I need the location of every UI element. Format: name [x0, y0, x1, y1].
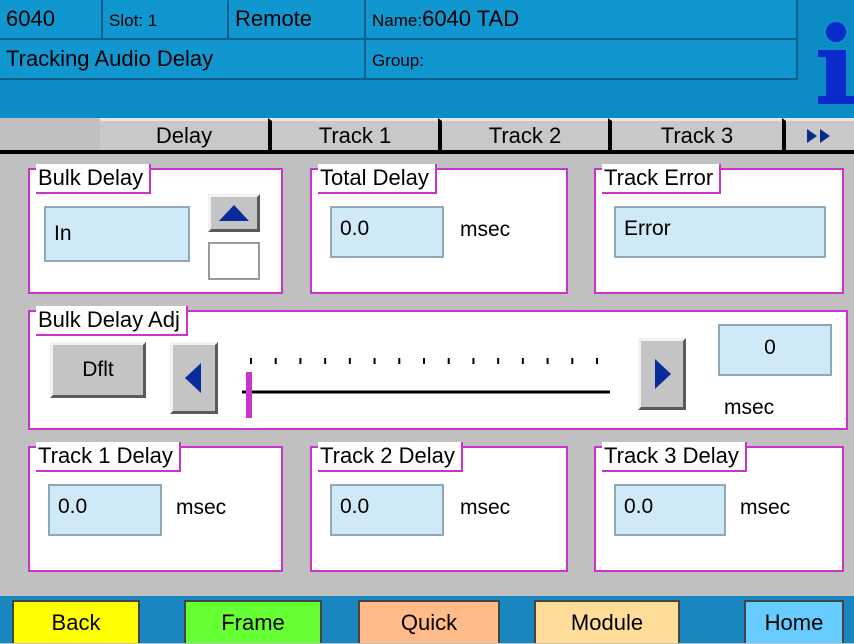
tab-divider: [0, 150, 854, 154]
slider-tick: [423, 358, 425, 364]
slider-tick: [472, 358, 475, 364]
slider-tick: [324, 358, 327, 364]
slider-tick: [348, 358, 351, 364]
bulk-delay-down-button[interactable]: [208, 242, 260, 280]
slider-tick: [299, 358, 302, 364]
tab-track-3[interactable]: Track 3: [608, 118, 782, 152]
total-delay-label: Total Delay: [318, 164, 437, 194]
name-value: 6040 TAD: [422, 6, 520, 31]
tab-track-2[interactable]: Track 2: [438, 118, 608, 152]
bulk-delay-up-button[interactable]: [208, 194, 260, 232]
slider-thumb[interactable]: [246, 372, 252, 418]
track-2-delay-label: Track 2 Delay: [318, 442, 463, 472]
group-label: Group:: [366, 40, 798, 80]
slider-tick: [571, 358, 574, 364]
slider-tick: [546, 358, 549, 364]
bulk-delay-slider[interactable]: [236, 342, 616, 422]
bulk-delay-panel: Bulk Delay In: [28, 164, 283, 294]
default-button[interactable]: Dflt: [50, 342, 146, 398]
module-button[interactable]: Module: [534, 600, 680, 643]
track-2-delay-value: 0.0: [330, 484, 444, 536]
bulk-delay-adj-panel: Bulk Delay Adj Dflt 0 msec: [28, 306, 848, 430]
right-arrow-icon: [655, 359, 671, 389]
tab-track-1[interactable]: Track 1: [268, 118, 438, 152]
slider-tick: [521, 358, 524, 364]
slider-tick: [596, 358, 598, 364]
increase-button[interactable]: [638, 338, 686, 410]
module-title: Tracking Audio Delay: [0, 40, 366, 80]
home-button[interactable]: Home: [744, 600, 844, 643]
total-delay-unit: msec: [460, 218, 511, 241]
track-2-delay-unit: msec: [460, 496, 511, 519]
frame-button[interactable]: Frame: [184, 600, 322, 643]
bulk-delay-adj-unit: msec: [724, 396, 775, 419]
mode-label: Remote: [229, 0, 366, 40]
tabs-more-button[interactable]: [782, 118, 854, 152]
header-bar: 6040 Slot: 1 Remote Name:6040 TAD Tracki…: [0, 0, 854, 118]
track-2-delay-panel: Track 2 Delay 0.0 msec: [310, 442, 568, 572]
name-label: Name:: [372, 11, 423, 30]
module-name: Name:6040 TAD: [366, 0, 798, 40]
bulk-delay-adj-value: 0: [718, 324, 832, 376]
track-error-panel: Track Error Error: [594, 164, 844, 294]
slider-tick: [274, 358, 277, 364]
track-3-delay-label: Track 3 Delay: [602, 442, 747, 472]
tab-delay[interactable]: Delay: [100, 118, 268, 152]
slider-tick: [398, 358, 401, 364]
back-button[interactable]: Back: [12, 600, 140, 643]
total-delay-value: 0.0: [330, 206, 444, 258]
slider-tick: [497, 358, 500, 364]
double-right-arrow-icon: [807, 129, 830, 143]
track-error-label: Track Error: [602, 164, 722, 194]
track-3-delay-panel: Track 3 Delay 0.0 msec: [594, 442, 844, 572]
total-delay-panel: Total Delay 0.0 msec: [310, 164, 568, 294]
bulk-delay-adj-label: Bulk Delay Adj: [36, 306, 188, 336]
left-arrow-icon: [185, 363, 201, 393]
quick-button[interactable]: Quick: [358, 600, 500, 643]
track-3-delay-value: 0.0: [614, 484, 726, 536]
decrease-button[interactable]: [170, 342, 218, 414]
slider-tick: [447, 358, 450, 364]
track-3-delay-unit: msec: [740, 496, 791, 519]
track-1-delay-label: Track 1 Delay: [36, 442, 181, 472]
bulk-delay-value[interactable]: In: [44, 206, 190, 262]
track-1-delay-panel: Track 1 Delay 0.0 msec: [28, 442, 283, 572]
slider-tick: [250, 358, 252, 364]
bulk-delay-label: Bulk Delay: [36, 164, 152, 194]
slider-tick: [373, 358, 376, 364]
track-1-delay-value: 0.0: [48, 484, 162, 536]
slot-text: Slot: 1: [109, 11, 158, 30]
track-1-delay-unit: msec: [176, 496, 227, 519]
track-error-value: Error: [614, 206, 826, 258]
info-icon[interactable]: [810, 20, 854, 110]
model-label: 6040: [0, 0, 103, 40]
up-arrow-icon: [219, 205, 249, 221]
group-text: Group:: [372, 51, 424, 70]
slot-label: Slot: 1: [103, 0, 229, 40]
